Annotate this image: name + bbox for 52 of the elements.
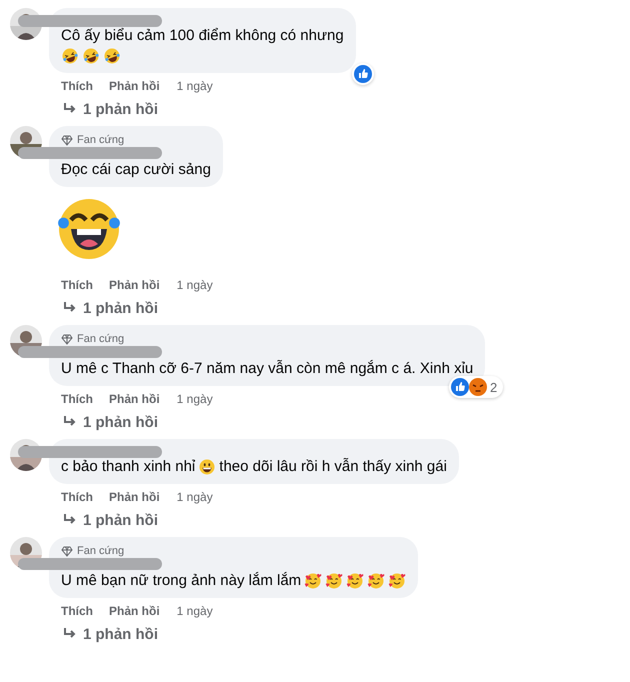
like-link[interactable]: Thích bbox=[61, 392, 93, 406]
laughing-emoji-icon bbox=[82, 47, 100, 65]
reply-arrow-icon bbox=[63, 416, 77, 428]
diamond-icon bbox=[61, 134, 73, 146]
view-replies-link[interactable]: 1 phản hồi bbox=[63, 99, 158, 119]
timestamp: 1 ngày bbox=[176, 278, 213, 292]
badge-label: Fan cứng bbox=[77, 545, 124, 557]
reply-link[interactable]: Phản hồi bbox=[109, 490, 160, 504]
view-replies-link[interactable]: 1 phản hồi bbox=[63, 298, 158, 318]
laughing-emoji-icon bbox=[103, 47, 121, 65]
reply-link[interactable]: Phản hồi bbox=[109, 79, 160, 93]
smiling-hearts-emoji-icon bbox=[304, 572, 322, 590]
smiling-hearts-emoji-icon bbox=[367, 572, 386, 590]
smiling-hearts-emoji-icon bbox=[325, 572, 344, 590]
timestamp: 1 ngày bbox=[176, 604, 213, 618]
badge-label: Fan cứng bbox=[77, 134, 124, 146]
timestamp: 1 ngày bbox=[176, 392, 213, 406]
reply-arrow-icon bbox=[63, 103, 77, 115]
reply-arrow-icon bbox=[63, 514, 77, 526]
like-link[interactable]: Thích bbox=[61, 278, 93, 292]
diamond-icon bbox=[61, 546, 73, 556]
reaction-summary[interactable] bbox=[352, 63, 374, 85]
comment-text: U mê bạn nữ trong ảnh này lắm lắm bbox=[61, 571, 302, 591]
reply-arrow-icon bbox=[63, 628, 77, 640]
diamond-icon bbox=[61, 334, 73, 344]
smiley-icon bbox=[198, 458, 216, 476]
smiling-hearts-emoji-icon bbox=[346, 572, 364, 590]
smiling-hearts-emoji-icon bbox=[388, 572, 406, 590]
reply-link[interactable]: Phản hồi bbox=[109, 392, 160, 406]
timestamp: 1 ngày bbox=[176, 79, 213, 93]
reaction-summary[interactable]: 2 bbox=[449, 376, 504, 398]
timestamp: 1 ngày bbox=[176, 490, 213, 504]
comment-text: Đọc cái cap cười sảng bbox=[61, 160, 211, 180]
like-icon bbox=[451, 378, 470, 396]
comment-text: U mê c Thanh cỡ 6-7 năm nay vẫn còn mê ngắm c á. Xinh xỉu bbox=[61, 359, 474, 379]
comment-text: c bảo thanh xinh nhỉ bbox=[61, 457, 196, 477]
reaction-count: 2 bbox=[489, 380, 498, 394]
like-icon bbox=[354, 65, 372, 83]
reply-link[interactable]: Phản hồi bbox=[109, 604, 160, 618]
reply-link[interactable]: Phản hồi bbox=[109, 278, 160, 292]
reply-arrow-icon bbox=[63, 302, 77, 314]
view-replies-link[interactable]: 1 phản hồi bbox=[63, 624, 158, 644]
like-link[interactable]: Thích bbox=[61, 490, 93, 504]
like-link[interactable]: Thích bbox=[61, 604, 93, 618]
view-replies-link[interactable]: 1 phản hồi bbox=[63, 412, 158, 432]
comment-text: theo dõi lâu rồi h vẫn thấy xinh gái bbox=[219, 457, 447, 477]
comment-text: Cô ấy biểu cảm 100 điểm không có nhưng bbox=[61, 26, 344, 46]
laughing-emoji-icon bbox=[61, 47, 79, 65]
badge-label: Fan cứng bbox=[77, 333, 124, 345]
like-link[interactable]: Thích bbox=[61, 79, 93, 93]
view-replies-link[interactable]: 1 phản hồi bbox=[63, 510, 158, 530]
angry-face-icon bbox=[469, 378, 488, 396]
